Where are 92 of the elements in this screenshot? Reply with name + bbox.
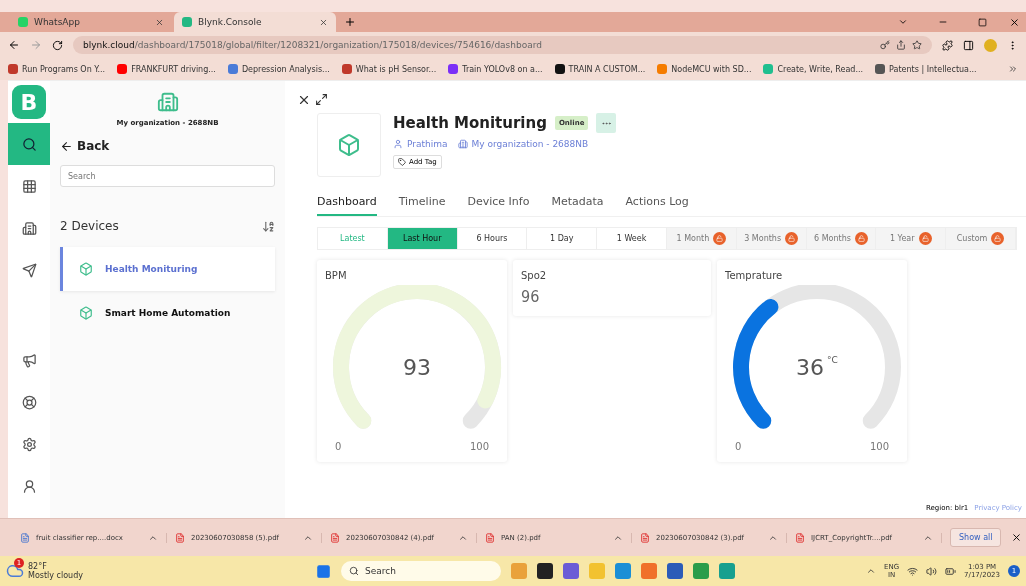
address-bar[interactable]: blynk.cloud/dashboard/175018/global/filter/1208321/organization/175018/devices/754616/dashboard xyxy=(73,36,932,54)
arrow-left-icon[interactable] xyxy=(60,139,73,153)
range-button[interactable]: 3 Months xyxy=(736,228,807,249)
file-icon xyxy=(330,532,340,543)
device-item[interactable]: Health Monituring xyxy=(60,247,275,291)
app-icon[interactable] xyxy=(537,563,553,579)
detail-tab[interactable]: Device Info xyxy=(467,195,530,216)
bookmark[interactable]: TRAIN A CUSTOM... xyxy=(554,64,646,74)
detail-tab[interactable]: Metadata xyxy=(551,195,604,216)
cube-icon xyxy=(337,133,361,157)
search-icon xyxy=(349,566,359,576)
extensions-icon[interactable] xyxy=(942,39,953,51)
gauge-min: 0 xyxy=(735,441,742,452)
weather-text: Mostly cloudy xyxy=(28,571,83,580)
star-icon[interactable] xyxy=(912,40,922,50)
megaphone-icon xyxy=(21,352,37,368)
building-icon xyxy=(21,220,37,236)
grid-icon xyxy=(21,178,37,194)
temperature: 82°F xyxy=(28,562,48,571)
building-icon xyxy=(156,91,179,113)
key-icon[interactable] xyxy=(880,40,890,50)
bookmark[interactable]: FRANKFURT driving... xyxy=(117,64,216,74)
site-icon xyxy=(18,17,28,27)
detail-tab[interactable]: Timeline xyxy=(398,195,446,216)
cube-icon xyxy=(79,306,93,320)
file-icon xyxy=(20,532,30,543)
building-icon xyxy=(457,139,468,149)
file-icon xyxy=(485,532,495,543)
settings-icon xyxy=(21,436,37,452)
file-icon xyxy=(795,532,805,543)
cube-icon xyxy=(79,262,93,276)
taskbar-search[interactable]: Search xyxy=(341,561,501,581)
organization-link[interactable]: My organization - 2688NB xyxy=(471,139,589,149)
device-title: Health Monituring xyxy=(393,114,547,132)
detail-tab[interactable]: Actions Log xyxy=(625,195,689,216)
send-icon xyxy=(21,262,37,278)
bookmark[interactable]: NodeMCU with SD... xyxy=(657,64,752,74)
close-icon[interactable] xyxy=(1011,532,1022,543)
widget-title: Temprature xyxy=(725,270,784,281)
widget-value: 96 xyxy=(521,287,541,306)
bookmark[interactable]: Create, Write, Read... xyxy=(763,64,864,74)
search-field[interactable]: Search xyxy=(60,165,275,187)
gauge-max: 100 xyxy=(869,441,889,452)
bookmark[interactable]: What is pH Sensor... xyxy=(341,64,437,74)
sort-icon[interactable] xyxy=(262,219,275,233)
search-icon xyxy=(21,136,37,152)
bookmark[interactable]: Run Programs On Y... xyxy=(8,64,106,74)
gauge-value: 93 xyxy=(402,355,432,380)
gauge-max: 100 xyxy=(469,441,489,452)
range-button[interactable]: Last Hour xyxy=(387,228,458,249)
range-button[interactable]: Custom xyxy=(946,228,1016,249)
side-panel-icon[interactable] xyxy=(963,39,974,51)
more-bookmarks-icon[interactable] xyxy=(1008,64,1018,74)
chevron-icon[interactable] xyxy=(866,566,876,576)
maximize-icon[interactable] xyxy=(978,18,987,27)
bookmark[interactable]: Patents | Intellectua... xyxy=(875,64,977,74)
range-button[interactable]: 1 Year xyxy=(876,228,947,249)
widget-title: BPM xyxy=(325,270,348,281)
reload-icon[interactable] xyxy=(52,39,63,51)
lifebuoy-icon xyxy=(21,394,37,410)
file-icon xyxy=(640,532,650,543)
back-link[interactable]: Back xyxy=(77,139,110,153)
close-icon[interactable] xyxy=(297,93,311,107)
widget-title: Spo2 xyxy=(521,270,548,281)
gauge-min: 0 xyxy=(335,441,342,452)
battery-icon[interactable] xyxy=(945,565,957,577)
back-icon[interactable] xyxy=(8,39,20,51)
file-icon xyxy=(175,532,185,543)
browser-tab[interactable]: Blynk.Console xyxy=(174,12,336,32)
show-all-button[interactable]: Show all xyxy=(950,528,1002,547)
bookmark[interactable]: Depression Analysis... xyxy=(227,64,330,74)
range-button[interactable]: 1 Month xyxy=(667,228,737,249)
user-icon xyxy=(393,139,403,149)
new-tab-icon[interactable] xyxy=(344,16,356,28)
bookmark[interactable]: Train YOLOv8 on a... xyxy=(448,64,543,74)
device-count: 2 Devices xyxy=(60,219,120,233)
browser-tab[interactable]: WhatsApp xyxy=(10,12,172,32)
chevron-icon[interactable] xyxy=(898,17,908,27)
user-icon xyxy=(21,478,37,494)
start-icon[interactable] xyxy=(316,563,331,579)
volume-icon[interactable] xyxy=(926,565,938,577)
wifi-icon[interactable] xyxy=(907,565,919,577)
share-icon[interactable] xyxy=(896,40,906,50)
detail-tab[interactable]: Dashboard xyxy=(317,195,377,216)
cloud-icon xyxy=(6,562,24,580)
owner-link[interactable]: Prathima xyxy=(407,139,448,149)
close-icon[interactable] xyxy=(1009,17,1020,28)
tag-icon xyxy=(398,158,406,166)
range-button[interactable]: 6 Months xyxy=(806,228,877,249)
site-icon xyxy=(182,17,192,27)
device-item[interactable]: Smart Home Automation xyxy=(60,291,275,335)
expand-icon[interactable] xyxy=(315,93,328,106)
